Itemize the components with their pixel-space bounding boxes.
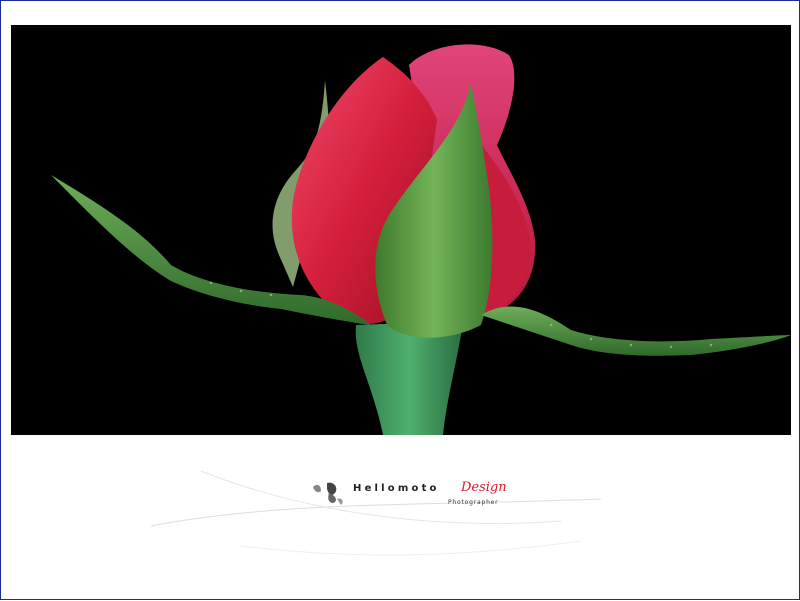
right-sepal	[481, 306, 791, 356]
rose-bud-illustration	[51, 44, 791, 435]
photo-frame: Hellomoto Design Photographer	[0, 0, 800, 600]
photographer-label: Photographer	[448, 499, 499, 506]
stem	[355, 321, 463, 435]
rose-bud-photo	[11, 25, 791, 435]
butterfly-icon	[313, 482, 343, 505]
brand-name: Hellomoto	[353, 483, 440, 494]
design-script: Design	[461, 480, 507, 495]
